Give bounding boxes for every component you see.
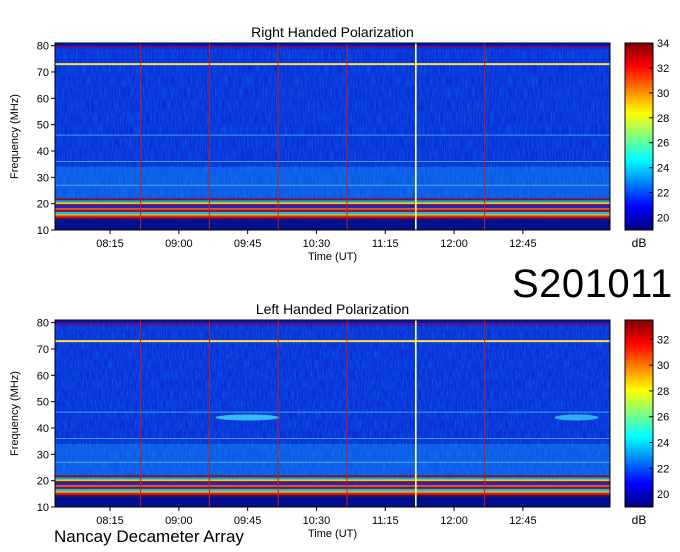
y-tick-label: 30 — [37, 172, 49, 184]
y-tick-label: 40 — [37, 146, 49, 158]
colorbar-tick-label: 22 — [657, 463, 669, 475]
y-tick-label: 70 — [37, 344, 49, 356]
y-tick-label: 70 — [37, 67, 49, 79]
plot-title: Left Handed Polarization — [256, 301, 409, 317]
colorbar-tick-label: 24 — [657, 163, 669, 175]
x-tick-label: 12:00 — [440, 515, 468, 527]
strong-band-stripe — [55, 475, 610, 478]
strong-band-stripe — [55, 200, 610, 203]
colorbar-tick-label: 28 — [657, 386, 669, 398]
y-tick-label: 20 — [37, 476, 49, 488]
strong-band-stripe — [55, 483, 610, 485]
colorbar — [624, 42, 654, 231]
enhanced-emission-zone — [55, 166, 610, 199]
y-tick-label: 50 — [37, 397, 49, 409]
x-tick-label: 10:30 — [303, 515, 331, 527]
colorbar-tick-label: 28 — [657, 113, 669, 125]
y-tick-label: 60 — [37, 370, 49, 382]
strong-band-stripe — [55, 204, 610, 207]
colorbar-label: dB — [632, 513, 647, 527]
x-tick-label: 09:45 — [234, 515, 262, 527]
emission-blob — [554, 414, 599, 421]
right-polarization-panel: 10 20 30 40 50 60 70 80 08:15 09:00 09:45 10:30 11:1… — [9, 24, 669, 263]
colorbar-tick-label: 26 — [657, 138, 669, 150]
y-tick-label: 80 — [37, 41, 49, 53]
x-tick-label: 12:45 — [509, 238, 537, 250]
strong-band-stripe — [55, 486, 610, 489]
strong-band-stripe — [55, 494, 610, 497]
x-tick-label: 12:45 — [509, 515, 537, 527]
colorbar-tick-label: 32 — [657, 63, 669, 75]
plot-title: Right Handed Polarization — [251, 24, 414, 40]
strong-band-stripe — [55, 490, 610, 493]
top-edge-band — [55, 320, 610, 326]
low-frequency-floor — [55, 219, 610, 230]
y-tick-label: 80 — [37, 318, 49, 330]
y-tick-label: 40 — [37, 423, 49, 435]
strong-band-stripe — [55, 215, 610, 218]
strong-band-stripe — [55, 484, 610, 487]
colorbar-tick-label: 30 — [657, 360, 669, 372]
y-tick-label: 50 — [37, 120, 49, 132]
instrument-name: Nancay Decameter Array — [54, 527, 244, 546]
colorbar-tick-label: 26 — [657, 412, 669, 424]
y-tick-label: 20 — [37, 199, 49, 211]
observation-id: S201011 — [512, 262, 673, 306]
strong-band-stripe — [55, 198, 610, 201]
y-axis-label: Frequency (MHz) — [9, 94, 21, 179]
strong-band-stripe — [55, 488, 610, 491]
x-axis-label: Time (UT) — [308, 251, 357, 263]
strong-band-stripe — [55, 492, 610, 495]
colorbar-tick-label: 24 — [657, 438, 669, 450]
colorbar-tick-label: 30 — [657, 88, 669, 100]
colorbar-tick-label: 34 — [657, 38, 669, 50]
y-tick-label: 30 — [37, 449, 49, 461]
x-tick-label: 09:45 — [234, 238, 262, 250]
x-tick-label: 12:00 — [440, 238, 468, 250]
x-axis-label: Time (UT) — [308, 528, 357, 540]
colorbar-tick-label: 22 — [657, 188, 669, 200]
x-tick-label: 08:15 — [96, 515, 124, 527]
strong-band-stripe — [55, 209, 610, 212]
low-frequency-floor — [55, 496, 610, 507]
strong-band-stripe — [55, 213, 610, 216]
strong-band-stripe — [55, 481, 610, 484]
strong-band-stripe — [55, 477, 610, 480]
y-axis-label: Frequency (MHz) — [9, 371, 21, 456]
strong-band-stripe — [55, 206, 610, 208]
strong-band-stripe — [55, 207, 610, 210]
strong-band-stripe — [55, 479, 610, 482]
colorbar-tick-label: 20 — [657, 213, 669, 225]
colorbar-label: dB — [632, 236, 647, 250]
colorbar-tick-label: 32 — [657, 334, 669, 346]
enhanced-emission-zone — [55, 443, 610, 476]
y-tick-label: 10 — [37, 225, 49, 237]
strong-band-stripe — [55, 217, 610, 220]
top-edge-band — [55, 43, 610, 49]
colorbar — [624, 319, 654, 508]
colorbar-tick-label: 20 — [657, 489, 669, 501]
x-tick-label: 09:00 — [165, 515, 193, 527]
x-tick-label: 10:30 — [303, 238, 331, 250]
strong-band-stripe — [55, 211, 610, 214]
x-tick-label: 11:15 — [372, 238, 399, 250]
x-tick-label: 11:15 — [372, 515, 399, 527]
emission-blob — [215, 414, 280, 421]
y-tick-label: 60 — [37, 93, 49, 105]
left-polarization-panel: 10 20 30 40 50 60 70 80 08:15 09:00 09:45 10:30 11:1… — [9, 301, 669, 540]
y-tick-label: 10 — [37, 502, 49, 514]
strong-band-stripe — [55, 202, 610, 205]
x-tick-label: 08:15 — [96, 238, 124, 250]
x-tick-label: 09:00 — [165, 238, 193, 250]
